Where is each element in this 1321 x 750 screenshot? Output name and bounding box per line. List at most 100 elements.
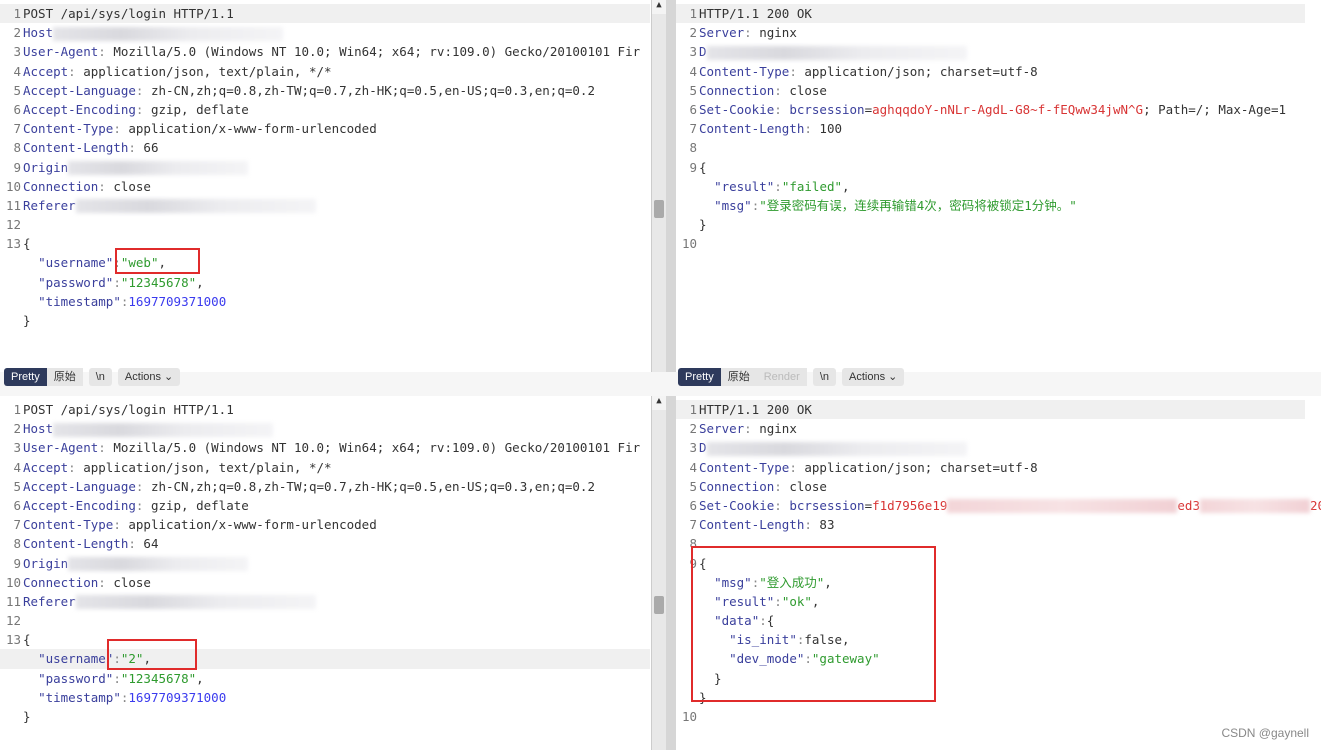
scroll-thumb[interactable] <box>654 596 664 614</box>
code-line[interactable]: 7 Content-Length: 100 <box>676 119 1305 138</box>
header-name: Set-Cookie <box>699 497 775 513</box>
code-line[interactable]: 8 Content-Length: 64 <box>0 534 650 553</box>
code-line[interactable]: 1 HTTP/1.1 200 OK <box>676 4 1305 24</box>
tab-render[interactable]: Render <box>756 368 807 386</box>
code-line[interactable]: 8 Content-Length: 66 <box>0 138 650 157</box>
code-line[interactable]: 2 Server: nginx <box>676 23 1305 42</box>
separator: : <box>98 178 114 194</box>
code-line[interactable]: 10 <box>676 707 1305 726</box>
code-line[interactable]: 5 Connection: close <box>676 81 1305 100</box>
number-value: 1697709371000 <box>128 293 227 309</box>
code-line[interactable]: "msg":"登录密码有误，连续再输错4次，密码将被锁定1分钟。" <box>676 196 1305 215</box>
code-line[interactable]: 2 Host <box>0 419 650 438</box>
code-line[interactable]: 9 Origin <box>0 554 650 573</box>
code-line[interactable]: } <box>0 707 650 726</box>
separator: : <box>113 670 121 686</box>
code-line[interactable]: 12 <box>0 611 650 630</box>
code-line[interactable]: 6Set-Cookie: bcrsession=f1d7956e19 ed3 20e… <box>676 496 1321 515</box>
code-line[interactable]: 13{ <box>0 630 650 649</box>
code-line[interactable]: 7 Content-Type: application/x-www-form-ur… <box>0 119 650 138</box>
code-line[interactable]: "username":"web", <box>0 253 650 272</box>
code-line[interactable]: 9{ <box>676 158 1305 177</box>
separator: : <box>98 574 114 590</box>
response-editor-top[interactable]: 1 HTTP/1.1 200 OK 2 Server: nginx 3 D 4 Content… <box>676 0 1321 372</box>
header-name: Accept <box>23 459 69 475</box>
actions-menu[interactable]: Actions ⌄ <box>842 368 905 386</box>
code-line[interactable]: 3 User-Agent: Mozilla/5.0 (Windows NT 10.… <box>0 42 650 61</box>
code-line[interactable]: 10 Connection: close <box>0 573 650 592</box>
code-line[interactable]: 4 Accept: application/json, text/plain, *… <box>0 62 650 81</box>
actions-menu[interactable]: Actions ⌄ <box>117 368 181 386</box>
tab-pretty[interactable]: Pretty <box>678 368 721 386</box>
string-value: "failed" <box>781 178 843 194</box>
header-name: Accept <box>23 63 69 79</box>
code-line[interactable]: 7 Content-Type: application/x-www-form-ur… <box>0 515 650 534</box>
code-line[interactable]: 1 HTTP/1.1 200 OK <box>676 400 1305 420</box>
line-number: 8 <box>13 536 21 552</box>
request-editor-top[interactable]: 1 POST /api/sys/login HTTP/1.1 2 Host 3 User-… <box>0 0 666 372</box>
code-line[interactable]: 1 POST /api/sys/login HTTP/1.1 <box>0 400 650 419</box>
code-line[interactable]: 13{ <box>0 234 650 253</box>
redacted-area <box>75 199 316 214</box>
separator: : <box>774 478 790 494</box>
code-line[interactable]: 11 Referer <box>0 196 650 215</box>
code-line[interactable]: "timestamp":1697709371000 <box>0 292 650 311</box>
code-line[interactable]: 12 <box>0 215 650 234</box>
scrollbar[interactable]: ▲ <box>651 396 666 750</box>
scroll-up-icon[interactable]: ▲ <box>652 0 666 14</box>
newline-toggle[interactable]: \n <box>88 368 112 386</box>
code-line[interactable]: 4 Accept: application/json, text/plain, *… <box>0 458 650 477</box>
line-number: 10 <box>681 236 697 252</box>
tab-raw[interactable]: 原始 <box>720 368 757 386</box>
code-line[interactable]: 5 Accept-Language: zh-CN,zh;q=0.8,zh-TW;q… <box>0 81 650 100</box>
code-line[interactable]: 10 Connection: close <box>0 177 650 196</box>
code-line[interactable]: } <box>0 311 650 330</box>
text: application/json; charset=utf-8 <box>804 459 1038 475</box>
code-line[interactable]: 6 Set-Cookie: bcrsession=aghqqdoY-nNLr-Ag… <box>676 100 1305 119</box>
code-line[interactable]: "timestamp":1697709371000 <box>0 688 650 707</box>
scroll-up-icon[interactable]: ▲ <box>652 396 666 410</box>
code-area[interactable]: 1 HTTP/1.1 200 OK 2 Server: nginx 3 D 4 Content… <box>676 4 1305 253</box>
line-number: 7 <box>13 517 21 533</box>
code-line[interactable]: 3D <box>676 42 1305 61</box>
code-line[interactable]: 2 Server: nginx <box>676 419 1305 438</box>
code-line[interactable]: 3 User-Agent: Mozilla/5.0 (Windows NT 10.… <box>0 438 650 457</box>
code-area[interactable]: 1 POST /api/sys/login HTTP/1.1 2 Host 3 User-… <box>0 400 650 726</box>
header-name: Content-Length <box>23 536 129 552</box>
code-line[interactable]: 6 Accept-Encoding: gzip, deflate <box>0 496 650 515</box>
scrollbar[interactable]: ▲ <box>651 0 666 372</box>
code-line[interactable]: 9 Origin <box>0 158 650 177</box>
code-line[interactable]: "password":"12345678", <box>0 669 650 688</box>
code-line[interactable]: 3D <box>676 438 1305 457</box>
code-line[interactable]: 2 Host <box>0 23 650 42</box>
code-line[interactable]: 4 Content-Type: application/json; charset… <box>676 458 1305 477</box>
header-name: Content-Type <box>23 517 114 533</box>
scroll-thumb[interactable] <box>654 200 664 218</box>
code-line[interactable]: 6 Accept-Encoding: gzip, deflate <box>0 100 650 119</box>
code-line[interactable]: 11 Referer <box>0 592 650 611</box>
code-line[interactable]: "username":"2", <box>0 649 650 669</box>
newline-toggle[interactable]: \n <box>812 368 836 386</box>
code-line[interactable]: 7 Content-Length: 83 <box>676 515 1305 534</box>
code-line[interactable]: 4 Content-Type: application/json; charset… <box>676 62 1305 81</box>
code-line[interactable]: "result":"failed", <box>676 177 1305 196</box>
code-line[interactable]: 10 <box>676 234 1305 253</box>
code-line[interactable]: } <box>676 215 1305 234</box>
line-number: 11 <box>5 197 21 213</box>
request-editor-bottom[interactable]: 1 POST /api/sys/login HTTP/1.1 2 Host 3 User-… <box>0 396 666 750</box>
text: close <box>789 82 827 98</box>
code-line[interactable]: 8 <box>676 138 1305 157</box>
tab-raw[interactable]: 原始 <box>46 368 83 386</box>
tab-pretty[interactable]: Pretty <box>4 368 47 386</box>
code-line[interactable]: "password":"12345678", <box>0 273 650 292</box>
text: zh-CN,zh;q=0.8,zh-TW;q=0.7,zh-HK;q=0.5,e… <box>150 82 595 98</box>
code-line[interactable]: 5 Accept-Language: zh-CN,zh;q=0.8,zh-TW;q… <box>0 477 650 496</box>
header-name: D <box>699 44 707 60</box>
code-area[interactable]: 1 POST /api/sys/login HTTP/1.1 2 Host 3 User-… <box>0 4 650 330</box>
code-line[interactable]: 1 POST /api/sys/login HTTP/1.1 <box>0 4 650 24</box>
code-line[interactable]: 5 Connection: close <box>676 477 1305 496</box>
header-name: Content-Type <box>699 63 790 79</box>
text: 64 <box>143 536 159 552</box>
header-name: Connection <box>699 82 775 98</box>
header-name: Connection <box>23 574 99 590</box>
